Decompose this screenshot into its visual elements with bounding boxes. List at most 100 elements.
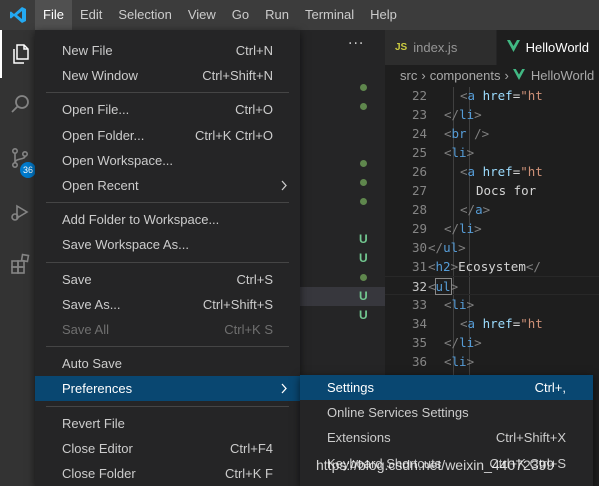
menu-item-shortcut: Ctrl+F4 bbox=[230, 440, 273, 456]
code-line: 35 </li> bbox=[385, 333, 599, 352]
code-token: br bbox=[451, 126, 467, 141]
explorer-row[interactable] bbox=[300, 154, 385, 173]
menu-view[interactable]: View bbox=[180, 0, 224, 30]
code-token: h2 bbox=[435, 259, 451, 274]
menu-item-new-window[interactable]: New Window Ctrl+Shift+N bbox=[35, 63, 300, 88]
code-token: li bbox=[451, 354, 467, 369]
explorer-row[interactable] bbox=[300, 268, 385, 287]
menu-item-add-folder-to-workspace[interactable]: Add Folder to Workspace... bbox=[35, 207, 300, 232]
code-token: > bbox=[466, 354, 475, 369]
line-text: <ul> bbox=[428, 277, 458, 296]
menu-item-save[interactable]: Save Ctrl+S bbox=[35, 267, 300, 292]
extensions-icon[interactable] bbox=[0, 240, 40, 288]
tab-index-js[interactable]: JS index.js bbox=[385, 30, 497, 65]
menu-item-label: Close Editor bbox=[62, 440, 133, 456]
menu-item-label: Preferences bbox=[62, 381, 133, 397]
more-actions-icon[interactable]: ··· bbox=[348, 36, 364, 52]
menu-terminal[interactable]: Terminal bbox=[297, 0, 362, 30]
menu-help[interactable]: Help bbox=[362, 0, 405, 30]
breadcrumb-item[interactable]: src bbox=[400, 68, 417, 83]
code-token: Docs for bbox=[476, 183, 537, 198]
menu-item-open-folder[interactable]: Open Folder... Ctrl+K Ctrl+O bbox=[35, 123, 300, 148]
line-text: </li> bbox=[444, 219, 482, 238]
menu-file[interactable]: File bbox=[35, 0, 72, 30]
menu-go[interactable]: Go bbox=[224, 0, 257, 30]
line-number: 34 bbox=[411, 316, 427, 331]
menu-item-auto-save[interactable]: Auto Save bbox=[35, 351, 300, 376]
menu-item-shortcut: Ctrl+Shift+X bbox=[495, 430, 566, 446]
menu-item-label: Open File... bbox=[62, 102, 130, 118]
explorer-row[interactable] bbox=[300, 211, 385, 230]
menu-item-label: Open Recent bbox=[62, 178, 139, 193]
explorer-row[interactable]: U bbox=[300, 287, 385, 306]
explorer-row[interactable] bbox=[300, 59, 385, 78]
code-line: 24 <br /> bbox=[385, 124, 599, 143]
code-token: "ht bbox=[520, 316, 543, 331]
menu-separator bbox=[46, 202, 289, 204]
modified-dot-icon bbox=[360, 198, 367, 205]
source-control-icon[interactable]: 36 bbox=[0, 134, 40, 182]
menu-run[interactable]: Run bbox=[257, 0, 297, 30]
menu-item-close-folder[interactable]: Close Folder Ctrl+K F bbox=[35, 461, 300, 486]
menu-item-settings[interactable]: Settings Ctrl+, bbox=[300, 375, 593, 400]
run-debug-icon[interactable] bbox=[0, 188, 40, 236]
menu-item-label: New Window bbox=[62, 68, 138, 84]
code-token: </ bbox=[460, 202, 476, 217]
line-text: </ul> bbox=[428, 238, 466, 257]
menu-item-label: New File bbox=[62, 43, 113, 58]
menu-item-label: Save All bbox=[62, 322, 109, 337]
chevron-right-icon bbox=[280, 173, 288, 206]
menu-item-save-as[interactable]: Save As... Ctrl+Shift+S bbox=[35, 292, 300, 317]
explorer-row[interactable] bbox=[300, 40, 385, 59]
menu-item-new-file[interactable]: New File Ctrl+N bbox=[35, 38, 300, 63]
code-token: li bbox=[451, 297, 467, 312]
code-token: </ bbox=[444, 221, 460, 236]
tab-helloworld[interactable]: HelloWorld bbox=[496, 30, 599, 65]
explorer-row[interactable] bbox=[300, 173, 385, 192]
code-token: > bbox=[474, 335, 482, 350]
menu-item-online-services-settings[interactable]: Online Services Settings bbox=[300, 400, 593, 425]
vue-file-icon bbox=[506, 40, 520, 55]
menu-edit[interactable]: Edit bbox=[72, 0, 110, 30]
menu-item-shortcut: Ctrl+K S bbox=[224, 322, 273, 337]
explorer-icon[interactable] bbox=[0, 30, 40, 78]
explorer-row[interactable] bbox=[300, 135, 385, 154]
line-text: <li> bbox=[444, 143, 474, 162]
line-number: 30 bbox=[411, 240, 427, 255]
code-line: 26 <a href="ht bbox=[385, 162, 599, 181]
explorer-row[interactable]: U bbox=[300, 249, 385, 268]
code-token: a bbox=[467, 88, 476, 103]
menu-item-open-workspace[interactable]: Open Workspace... bbox=[35, 148, 300, 173]
untracked-badge: U bbox=[359, 232, 368, 246]
line-text: </li> bbox=[444, 105, 482, 124]
menu-item-preferences[interactable]: Preferences bbox=[35, 376, 300, 402]
code-token: "ht bbox=[520, 164, 543, 179]
code-token: < bbox=[428, 279, 436, 294]
menu-item-extensions[interactable]: Extensions Ctrl+Shift+X bbox=[300, 425, 593, 450]
modified-dot-icon bbox=[360, 84, 367, 91]
explorer-row[interactable] bbox=[300, 78, 385, 97]
code-token: a bbox=[467, 164, 476, 179]
menu-item-close-editor[interactable]: Close Editor Ctrl+F4 bbox=[35, 436, 300, 461]
chevron-right-icon bbox=[280, 376, 288, 409]
explorer-row[interactable]: U bbox=[300, 230, 385, 249]
menu-item-revert-file[interactable]: Revert File bbox=[35, 411, 300, 436]
menu-item-open-file[interactable]: Open File... Ctrl+O bbox=[35, 97, 300, 122]
explorer-row[interactable] bbox=[300, 325, 385, 344]
explorer-row[interactable] bbox=[300, 97, 385, 116]
explorer-row[interactable]: U bbox=[300, 306, 385, 325]
menu-item-label: Online Services Settings bbox=[327, 405, 469, 421]
search-icon[interactable] bbox=[0, 80, 40, 128]
line-number: 31 bbox=[411, 259, 427, 274]
menu-item-open-recent[interactable]: Open Recent bbox=[35, 173, 300, 198]
code-token: ul bbox=[443, 240, 459, 255]
menu-item-save-workspace-as[interactable]: Save Workspace As... bbox=[35, 232, 300, 257]
code-token: < bbox=[428, 259, 436, 274]
code-token: < bbox=[444, 126, 452, 141]
explorer-row[interactable] bbox=[300, 192, 385, 211]
breadcrumb-item[interactable]: HelloWorld bbox=[531, 68, 594, 83]
line-text: <h2>Ecosystem</ bbox=[428, 257, 541, 276]
explorer-row[interactable] bbox=[300, 116, 385, 135]
breadcrumb-item[interactable]: components bbox=[430, 68, 501, 83]
menu-selection[interactable]: Selection bbox=[110, 0, 179, 30]
